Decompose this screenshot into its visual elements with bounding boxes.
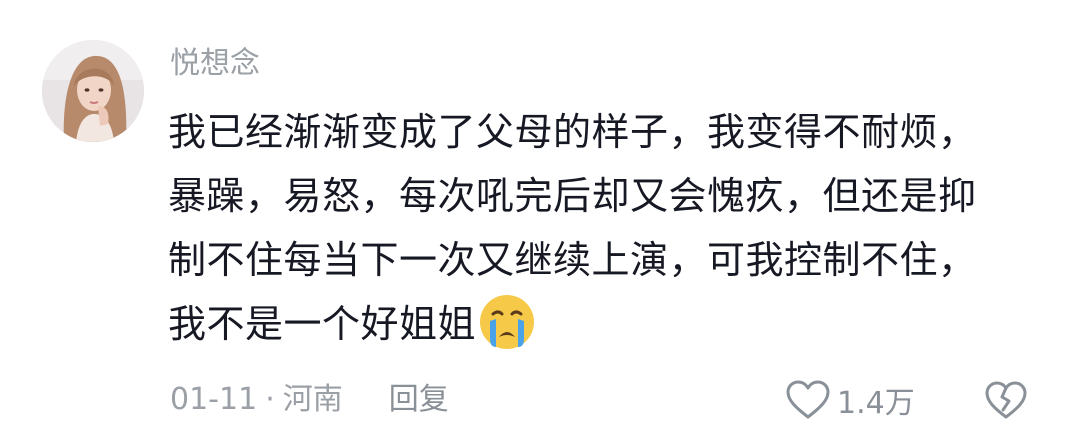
avatar[interactable] xyxy=(42,40,144,142)
comment-text-line-last: 我不是一个好姐姐 xyxy=(168,292,1048,356)
comment-text-line: 制不住每当下一次又继续上演，可我控制不住， xyxy=(168,238,977,282)
comment-date: 01-11 xyxy=(170,382,258,417)
comment-text-line: 我已经渐渐变成了父母的样子，我变得不耐烦， xyxy=(168,110,977,154)
comment-item: 悦想念 我已经渐渐变成了父母的样子，我变得不耐烦， 暴躁，易怒，每次吼完后却又会… xyxy=(0,0,1080,441)
broken-heart-icon xyxy=(985,381,1027,419)
comment-location: 河南 xyxy=(282,382,343,417)
username[interactable]: 悦想念 xyxy=(170,44,260,84)
reply-button[interactable]: 回复 xyxy=(389,378,449,422)
comment-meta: 01-11 · 河南 回复 xyxy=(170,378,449,422)
like-count: 1.4万 xyxy=(837,386,915,421)
heart-icon xyxy=(786,380,830,419)
comment-text: 我已经渐渐变成了父母的样子，我变得不耐烦， 暴躁，易怒，每次吼完后却又会愧疚，但… xyxy=(168,100,1048,356)
dislike-button[interactable] xyxy=(982,378,1030,422)
like-button[interactable]: 1.4万 xyxy=(785,378,915,422)
comment-text-line: 我不是一个好姐姐 xyxy=(168,302,477,346)
comment-text-line: 暴躁，易怒，每次吼完后却又会愧疚，但还是抑 xyxy=(168,174,977,218)
meta-separator: · xyxy=(265,382,275,417)
loudly-crying-face-icon xyxy=(478,293,536,351)
